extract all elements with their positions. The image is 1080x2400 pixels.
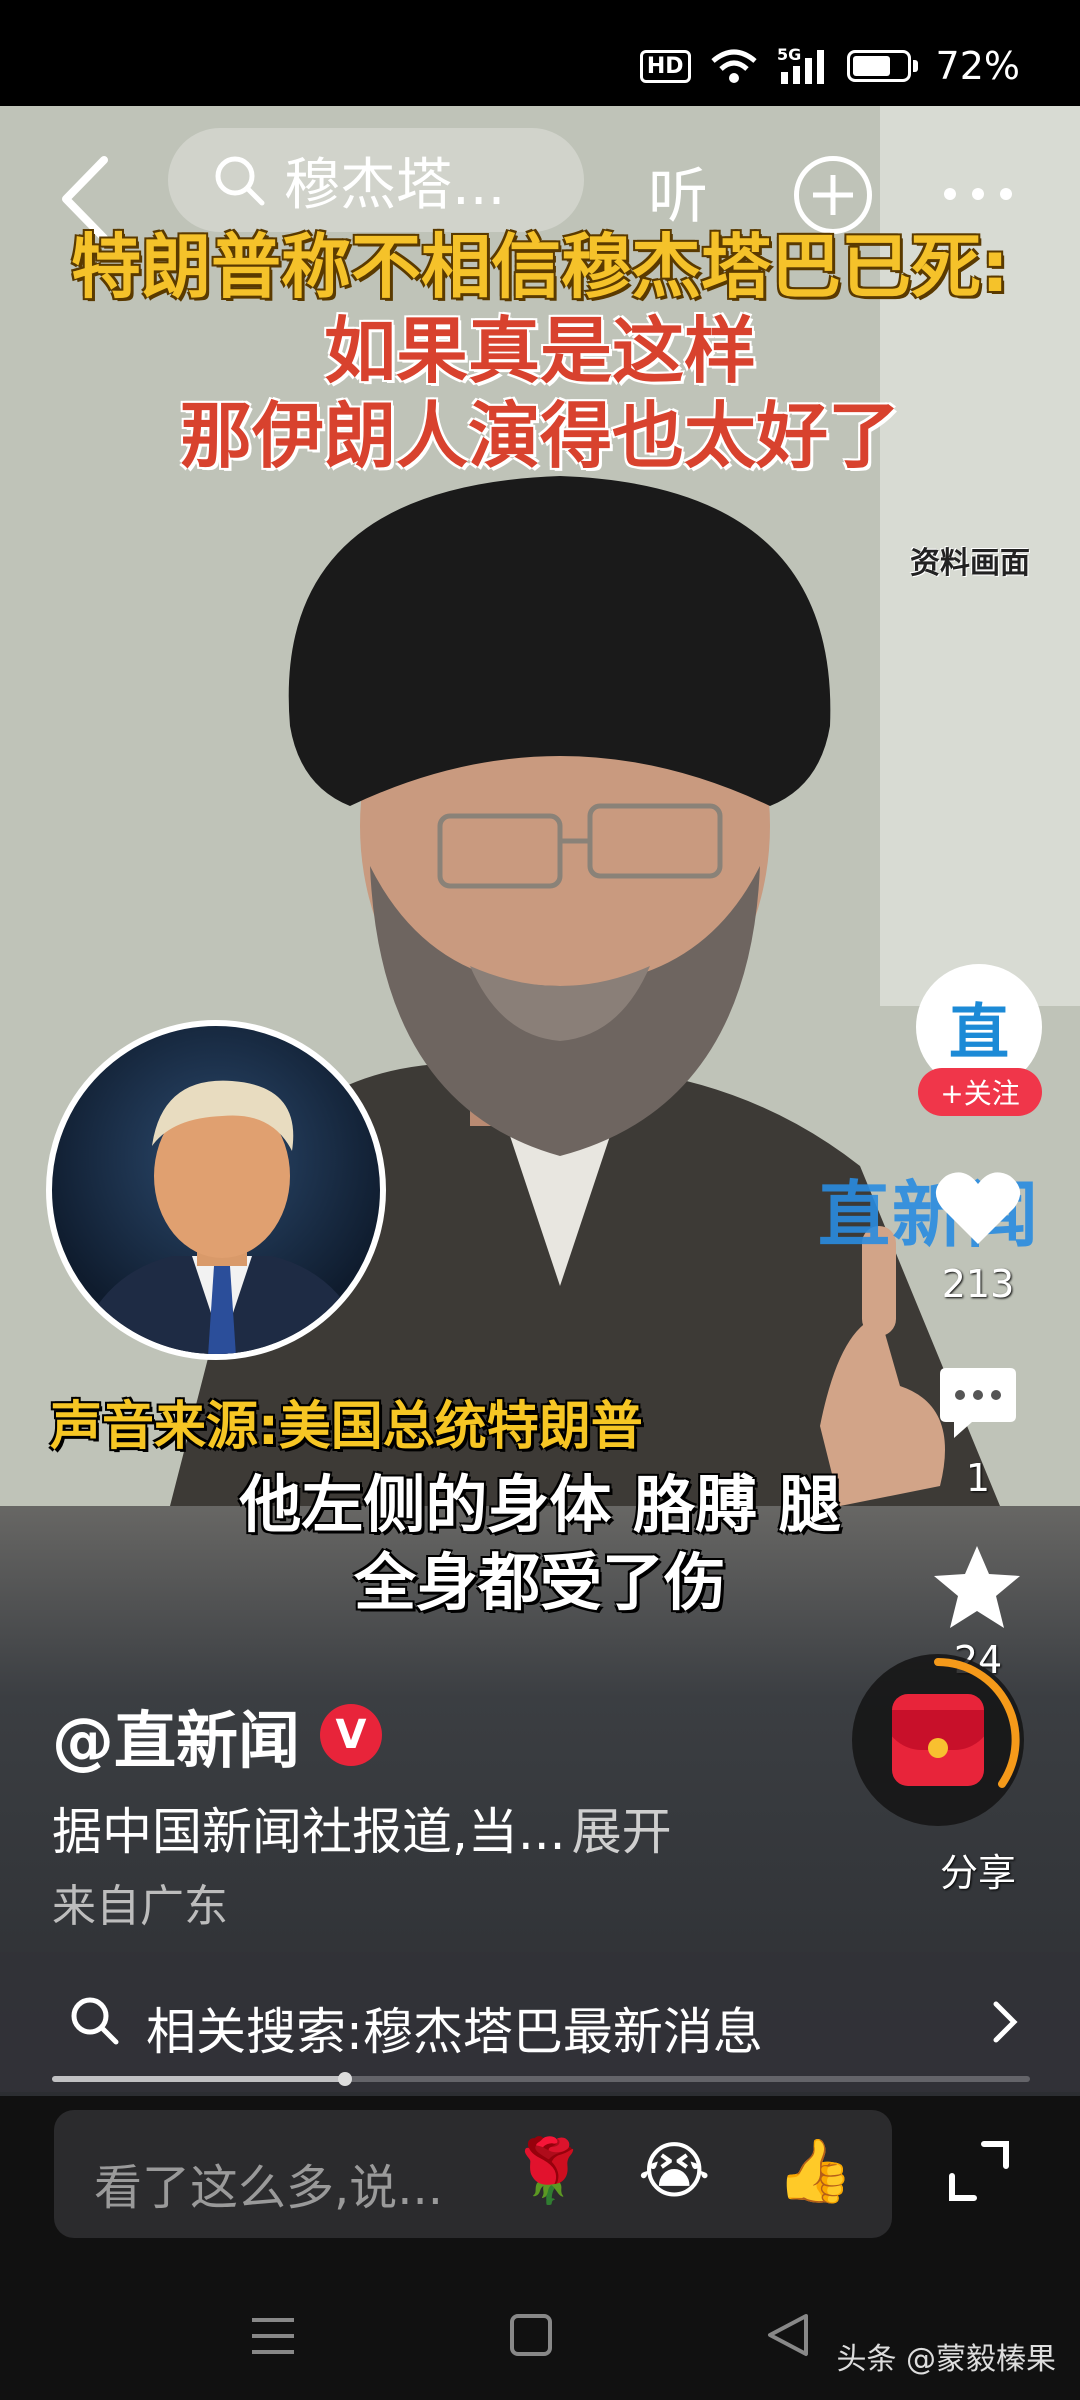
status-icons: HD 5G 72% [639, 44, 1020, 88]
location-label: 来自广东 [52, 1881, 228, 1932]
system-nav-bar: 头条 @蒙毅榛果 [0, 2270, 1080, 2400]
search-icon [71, 1997, 119, 2045]
svg-text:5G: 5G [777, 46, 801, 64]
source-credit: 头条 @蒙毅榛果 [836, 2342, 1056, 2377]
comment-bar: 看了这么多,说... 🌹 😭 👍 [0, 2096, 1080, 2270]
video-progress-bar[interactable] [52, 2072, 1030, 2086]
battery-icon [846, 50, 918, 82]
search-icon [215, 156, 265, 206]
hd-badge: HD [639, 49, 691, 83]
fullscreen-icon[interactable] [948, 2140, 1010, 2202]
follow-button[interactable]: +关注 [918, 1068, 1042, 1116]
related-search-text: 相关搜索:穆杰塔巴最新消息 [146, 2003, 763, 2061]
listen-button[interactable]: 听 [648, 148, 708, 235]
subtitle-line-1: 他左侧的身体 胳膊 腿 [239, 1468, 841, 1541]
video-subtitle: 他左侧的身体 胳膊 腿 全身都受了伤 [0, 1466, 1080, 1621]
wifi-icon [709, 47, 759, 85]
status-bar: HD 5G 72% [0, 0, 1080, 106]
video-headline: 特朗普称不相信穆杰塔巴已死: 如果真是这样 那伊朗人演得也太好了 [0, 226, 1080, 479]
subtitle-line-2: 全身都受了伤 [353, 1545, 726, 1619]
channel-watermark: 直新闻 [818, 1173, 1041, 1257]
speaker-portrait [46, 1020, 386, 1360]
comment-placeholder: 看了这么多,说... [94, 2160, 444, 2216]
battery-percent: 72% [935, 44, 1020, 88]
recent-apps-icon[interactable] [250, 2314, 296, 2358]
headline-line-1: 特朗普称不相信穆杰塔巴已死: [71, 226, 1009, 308]
red-packet-button[interactable] [852, 1654, 1024, 1826]
verified-badge-icon: V [320, 1704, 383, 1766]
rose-emoji-button[interactable]: 🌹 [510, 2140, 587, 2202]
video-description[interactable]: 据中国新闻社报道,当... 展开 [52, 1792, 672, 1864]
crying-emoji-button[interactable]: 😭 [638, 2140, 710, 2202]
voice-source-caption: 声音来源:美国总统特朗普 [50, 1397, 643, 1457]
related-search-bar[interactable]: 相关搜索:穆杰塔巴最新消息 [0, 1952, 1080, 2092]
archive-footage-tag: 资料画面 [910, 546, 1030, 581]
search-query: 穆杰塔... [284, 152, 506, 218]
search-bar[interactable]: 穆杰塔... [168, 128, 584, 232]
nav-back-icon[interactable] [766, 2312, 810, 2358]
chevron-right-icon [993, 2001, 1018, 2043]
signal-icon: 5G [777, 46, 829, 86]
author-name[interactable]: @直新闻 V [52, 1690, 383, 1780]
more-icon[interactable] [944, 188, 1012, 200]
headline-line-3: 那伊朗人演得也太好了 [179, 393, 900, 478]
add-icon[interactable] [794, 156, 872, 234]
avatar-text: 直 [949, 997, 1009, 1068]
expand-link[interactable]: 展开 [572, 1803, 672, 1861]
red-envelope-icon [892, 1694, 984, 1786]
progress-fill [52, 2076, 346, 2082]
description-text: 据中国新闻社报道,当... [52, 1803, 566, 1861]
headline-line-2: 如果真是这样 [323, 308, 756, 393]
thumbs-up-emoji-button[interactable]: 👍 [776, 2140, 853, 2202]
author-handle[interactable]: @直新闻 [52, 1690, 300, 1780]
comment-input[interactable]: 看了这么多,说... 🌹 😭 👍 [54, 2110, 892, 2238]
home-icon[interactable] [510, 2314, 552, 2356]
